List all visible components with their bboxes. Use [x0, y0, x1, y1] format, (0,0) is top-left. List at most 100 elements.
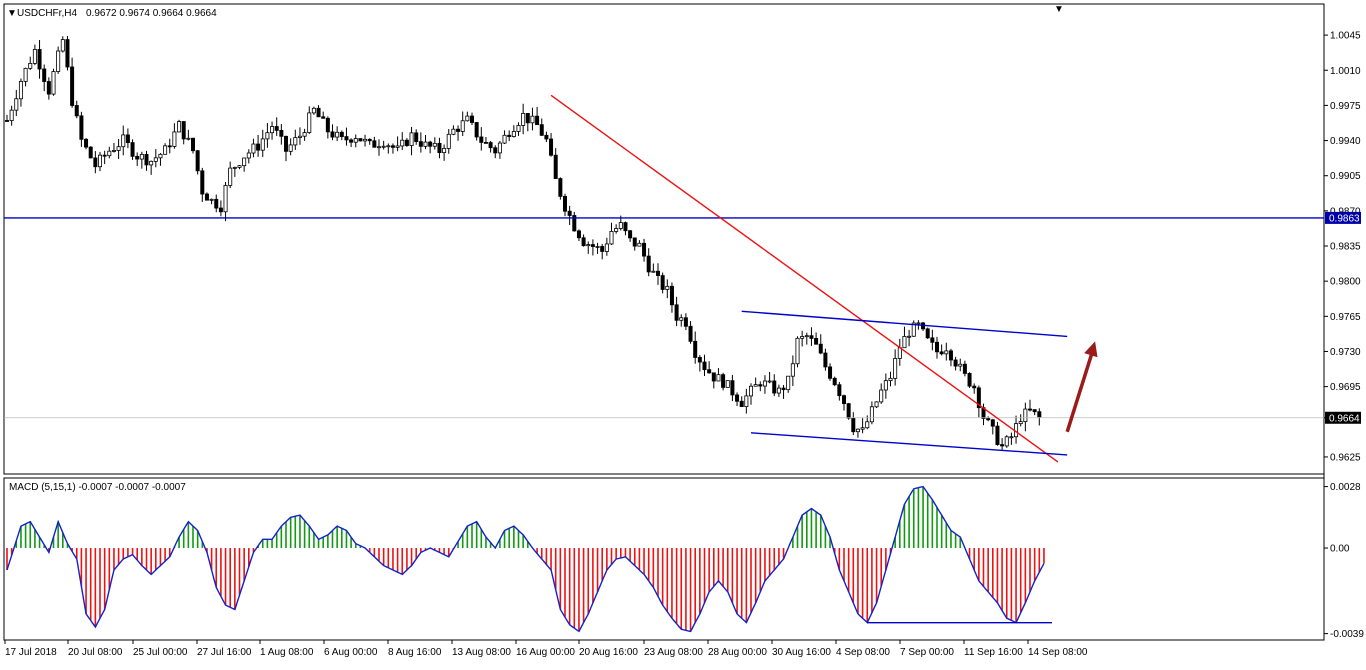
candle-bull	[530, 115, 535, 124]
candle-bear	[130, 142, 135, 157]
candle-bull	[502, 134, 507, 144]
macd-tick-label: 0.0028	[1330, 482, 1361, 493]
candle-bear	[990, 419, 995, 427]
candle-bear	[479, 136, 484, 143]
candle-bull	[762, 380, 767, 387]
chart-window[interactable]: ▼ USDCHFr,H4 0.9672 0.9674 0.9664 0.9664…	[0, 0, 1366, 665]
candle-bear	[823, 352, 828, 368]
candle-bear	[93, 157, 98, 168]
candle-bull	[14, 98, 19, 111]
candle-bear	[576, 230, 581, 239]
chart-canvas[interactable]: ▼ USDCHFr,H4 0.9672 0.9674 0.9664 0.9664…	[0, 0, 1366, 665]
candle-bear	[390, 145, 395, 148]
price-tick-label: 0.9625	[1330, 452, 1361, 463]
candle-bear	[190, 137, 195, 152]
candle-bear	[414, 132, 419, 142]
candle-bull	[865, 421, 870, 429]
candle-bull	[902, 336, 907, 349]
candle-bull	[56, 50, 61, 72]
candle-bear	[953, 359, 958, 367]
bullish-arrow-icon	[1065, 348, 1095, 433]
candle-bear	[316, 107, 321, 118]
candle-bear	[623, 222, 628, 232]
macd-pane-frame	[3, 477, 1325, 641]
candle-bull	[209, 198, 214, 201]
candle-bear	[474, 122, 479, 138]
candle-bear	[344, 136, 349, 141]
candle-bull	[786, 375, 791, 391]
candle-bear	[632, 237, 637, 247]
candle-bull	[893, 358, 898, 379]
price-tick-label: 0.9730	[1330, 347, 1361, 358]
candle-bull	[944, 350, 949, 355]
candle-bear	[367, 138, 372, 142]
candle-bull	[223, 184, 228, 213]
candle-bear	[772, 380, 777, 394]
candle-bull	[251, 143, 256, 154]
candle-bull	[800, 336, 805, 339]
candle-bear	[995, 425, 1000, 445]
candles-group	[5, 36, 1042, 451]
candle-bear	[135, 155, 140, 160]
time-tick-label: 23 Aug 08:00	[644, 647, 703, 658]
candle-bull	[749, 385, 754, 397]
candle-bull	[423, 141, 428, 147]
time-tick-label: 8 Aug 16:00	[388, 647, 442, 658]
current-price-tag: 0.9664	[1329, 413, 1360, 424]
candle-bull	[679, 317, 684, 321]
candle-bear	[214, 198, 219, 209]
candle-bull	[311, 107, 316, 114]
candle-bull	[869, 406, 874, 423]
candle-bull	[293, 137, 298, 146]
candle-bear	[832, 377, 837, 386]
candle-bear	[925, 328, 930, 339]
time-tick-label: 11 Sep 16:00	[964, 647, 1023, 658]
candle-bull	[9, 109, 14, 121]
macd-signal-line	[6, 485, 1045, 633]
candle-bear	[563, 195, 568, 212]
candle-bull	[307, 112, 312, 133]
resistance-price-tag: 0.9863	[1329, 213, 1360, 224]
candle-bear	[46, 81, 51, 95]
candle-bear	[325, 117, 330, 133]
candle-bull	[242, 157, 247, 167]
candle-bear	[590, 244, 595, 247]
macd-tick-label: -0.0039	[1330, 629, 1364, 640]
candle-bull	[163, 145, 168, 155]
candle-bull	[386, 145, 391, 148]
candle-bull	[116, 146, 121, 151]
candle-bear	[456, 128, 461, 132]
candle-bull	[511, 131, 516, 137]
candle-bull	[1023, 408, 1028, 423]
candle-bear	[721, 374, 726, 388]
candle-bull	[260, 138, 265, 151]
candle-bear	[553, 154, 558, 179]
candle-bull	[874, 401, 879, 408]
candle-bear	[851, 417, 856, 433]
candle-bear	[321, 116, 326, 119]
candle-bear	[88, 146, 93, 159]
price-axis: 1.00451.00100.99750.99400.99050.98700.98…	[1324, 31, 1361, 463]
price-tick-label: 0.9940	[1330, 136, 1361, 147]
candle-bear	[697, 357, 702, 363]
candle-bull	[716, 374, 721, 382]
candle-bear	[600, 246, 605, 252]
candle-bull	[883, 380, 888, 391]
candle-bear	[200, 170, 205, 195]
candle-bear	[483, 142, 488, 144]
candle-bear	[493, 147, 498, 154]
candle-bull	[232, 166, 237, 169]
candle-bull	[121, 134, 126, 148]
candle-bull	[804, 335, 809, 338]
candle-bull	[521, 113, 526, 126]
candle-bear	[581, 237, 586, 247]
candle-bear	[549, 138, 554, 156]
price-tick-label: 0.9905	[1330, 171, 1361, 182]
channel-lower-line	[750, 432, 1068, 456]
candle-bull	[186, 137, 191, 140]
candle-bear	[339, 131, 344, 137]
scroll-marker-icon[interactable]: ▼	[1054, 4, 1064, 15]
candle-bull	[465, 115, 470, 122]
candle-bear	[711, 372, 716, 382]
collapse-arrow-icon[interactable]: ▼	[7, 8, 17, 19]
